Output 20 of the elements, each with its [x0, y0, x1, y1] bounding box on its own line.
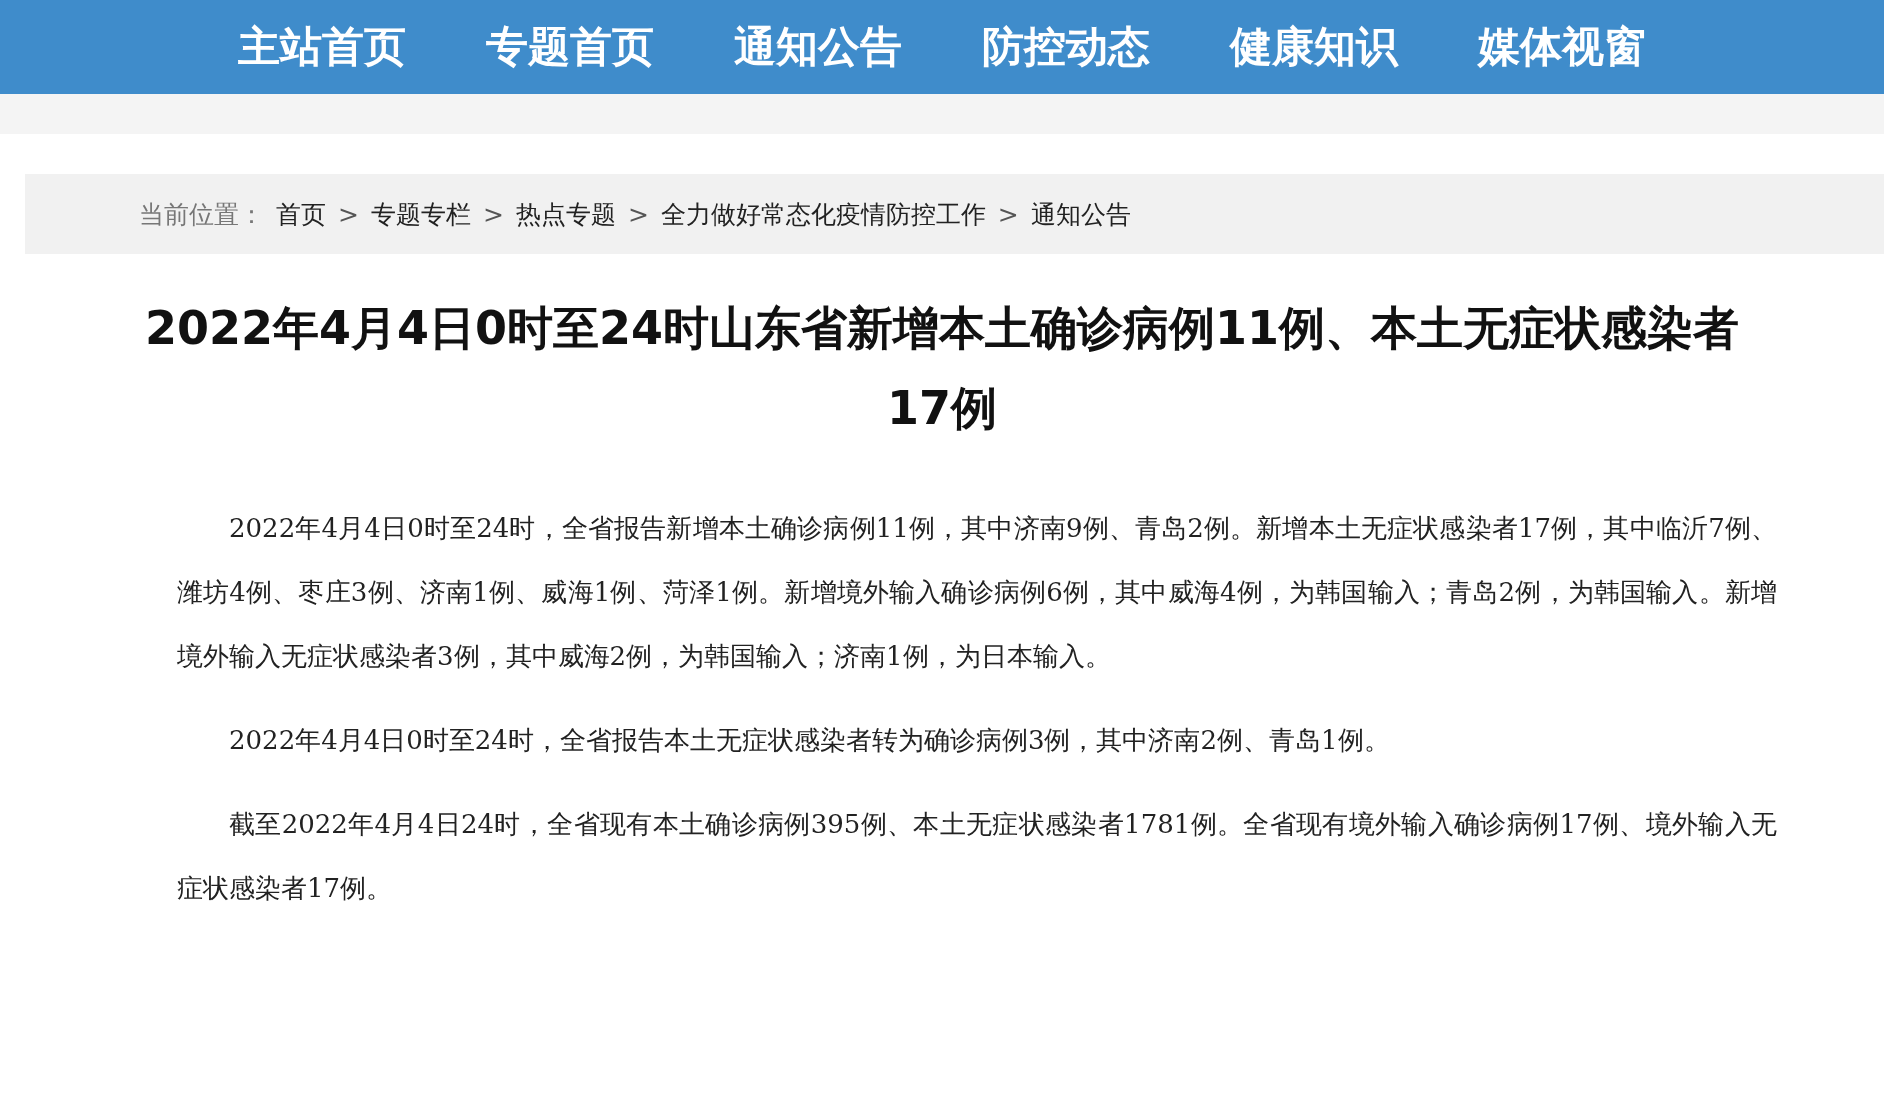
nav-link[interactable]: 健康知识 [1230, 19, 1398, 75]
breadcrumb-separator: > [482, 199, 504, 229]
article-title: 2022年4月4日0时至24时山东省新增本土确诊病例11例、本土无症状感染者17例 [143, 300, 1741, 437]
article-paragraph: 2022年4月4日0时至24时，全省报告新增本土确诊病例11例，其中济南9例、青岛2例。新增本土无症状感染者17例，其中临沂7例、潍坊4例、枣庄3例、济南1例、威海1例、菏泽1例。新增境外输入确诊病例6例，其中威海4例，为韩国输入；青岛2例，为韩国输入。新增境外输入无症状感染者3例，其中威海2例，为韩国输入；济南1例，为日本输入。 [177, 512, 1777, 673]
article-paragraph: 2022年4月4日0时至24时，全省报告本土无症状感染者转为确诊病例3例，其中济南2例、青岛1例。 [228, 724, 1391, 757]
nav-link[interactable]: 主站首页 [238, 19, 406, 75]
nav-link[interactable]: 专题首页 [486, 19, 654, 75]
breadcrumb-separator: > [338, 199, 359, 229]
breadcrumb-label: 当前位置： [139, 198, 264, 231]
article-paragraph: 截至2022年4月4日24时，全省现有本土确诊病例395例、本土无症状感染者1781例。全省现有境外输入确诊病例17例、境外输入无症状感染者17例。 [177, 808, 1777, 905]
breadcrumb-link[interactable]: 通知公告 [1030, 197, 1131, 231]
breadcrumb-link[interactable]: 首页 [276, 197, 326, 231]
nav-link[interactable]: 媒体视窗 [1478, 19, 1646, 75]
nav-link[interactable]: 防控动态 [982, 19, 1150, 75]
breadcrumb-link[interactable]: 热点专题 [515, 197, 616, 231]
breadcrumb-separator: > [627, 199, 649, 229]
breadcrumb-link[interactable]: 全力做好常态化疫情防控工作 [660, 197, 986, 231]
nav-link[interactable]: 通知公告 [734, 19, 902, 75]
breadcrumb-separator: > [997, 199, 1019, 229]
breadcrumb-link[interactable]: 专题专栏 [370, 197, 471, 231]
